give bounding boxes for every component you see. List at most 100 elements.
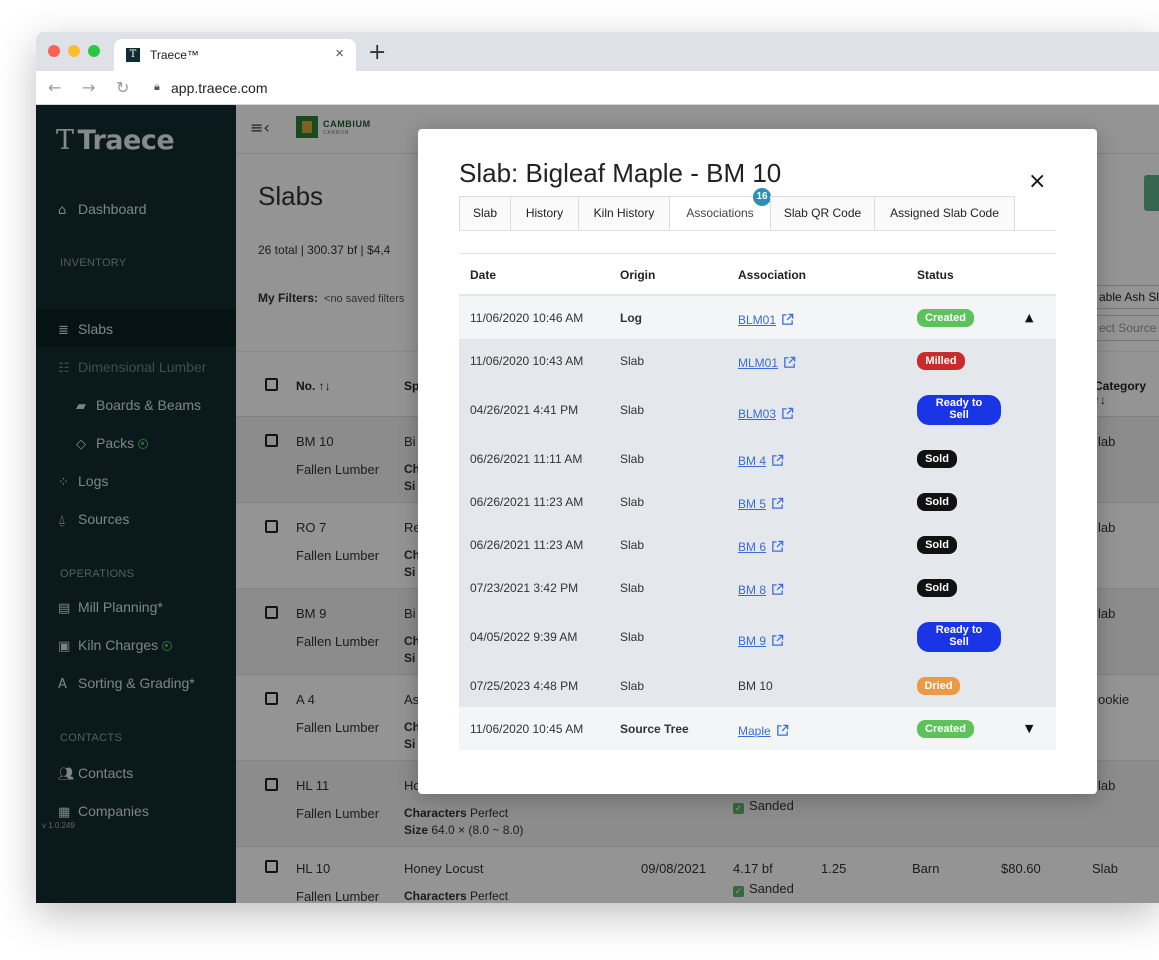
external-link-icon[interactable] [771, 634, 784, 647]
external-link-icon[interactable] [776, 724, 789, 737]
association-link[interactable]: MLM01 [738, 354, 796, 370]
collapse-caret-icon[interactable]: ▲ [1025, 311, 1033, 324]
association-row: 06/26/2021 11:11 AM Slab BM 4 Sold [459, 437, 1056, 480]
forward-arrow-icon[interactable]: → [82, 78, 95, 97]
browser-window: T Traece™ × + ← → ↻ 🔒︎ app.traece.com TT… [36, 32, 1159, 903]
association-link-text[interactable]: BLM03 [738, 407, 776, 421]
status-badge: Milled [917, 352, 965, 370]
association-link[interactable]: BM 4 [738, 452, 784, 468]
tab-assigned-slab-code[interactable]: Assigned Slab Code [874, 196, 1015, 231]
new-tab-button[interactable]: + [368, 40, 386, 65]
association-row: 11/06/2020 10:45 AM Source Tree Maple Creat… [459, 707, 1056, 750]
minimize-window-button[interactable] [68, 45, 80, 57]
association-link[interactable]: BM 8 [738, 581, 784, 597]
association-origin: Source Tree [620, 722, 689, 736]
association-link[interactable]: BLM03 [738, 405, 794, 421]
address-bar: ← → ↻ 🔒︎ app.traece.com [36, 71, 1159, 105]
column-header-origin: Origin [620, 268, 656, 282]
association-row: 06/26/2021 11:23 AM Slab BM 5 Sold [459, 480, 1056, 523]
external-link-icon[interactable] [771, 497, 784, 510]
association-origin: Slab [620, 630, 645, 644]
association-name: BM 10 [738, 679, 773, 693]
association-link[interactable]: BLM01 [738, 311, 794, 327]
tab-close-icon[interactable]: × [335, 45, 344, 62]
tabs-divider [459, 230, 1056, 231]
association-date: 06/26/2021 11:23 AM [470, 538, 584, 552]
association-origin: Slab [620, 679, 645, 693]
status-badge: Ready to Sell [917, 395, 1001, 425]
associations-table-header: Date Origin Association Status [459, 253, 1056, 296]
association-row: 06/26/2021 11:23 AM Slab BM 6 Sold [459, 523, 1056, 566]
tab-title: Traece™ [150, 48, 199, 62]
status-badge: Sold [917, 493, 957, 511]
status-badge: Sold [917, 536, 957, 554]
tab-associations-label: Associations [686, 206, 754, 220]
status-badge: Sold [917, 450, 957, 468]
association-origin: Slab [620, 452, 645, 466]
association-link-text[interactable]: BM 9 [738, 634, 766, 648]
association-link-text[interactable]: BM 4 [738, 454, 766, 468]
association-link[interactable]: BM 5 [738, 495, 784, 511]
association-row: 07/25/2023 4:48 PM Slab BM 10 Dried [459, 664, 1056, 707]
association-date: 06/26/2021 11:23 AM [470, 495, 584, 509]
browser-tab-bar: T Traece™ × + [36, 32, 1159, 71]
tab-history[interactable]: History [510, 196, 579, 231]
column-header-date: Date [470, 268, 497, 282]
column-header-status: Status [917, 268, 954, 282]
association-date: 07/25/2023 4:48 PM [470, 679, 579, 693]
slab-details-modal: Slab: Bigleaf Maple - BM 10 × Slab Histo… [418, 129, 1097, 794]
back-arrow-icon[interactable]: ← [48, 78, 61, 97]
association-link-text[interactable]: MLM01 [738, 356, 778, 370]
external-link-icon[interactable] [771, 540, 784, 553]
modal-title: Slab: Bigleaf Maple - BM 10 [459, 158, 782, 188]
association-date: 07/23/2021 3:42 PM [470, 581, 579, 595]
external-link-icon[interactable] [771, 454, 784, 467]
browser-tab[interactable]: T Traece™ × [114, 39, 356, 71]
external-link-icon[interactable] [781, 313, 794, 326]
lock-icon: 🔒︎ [154, 80, 160, 93]
column-header-association: Association [738, 268, 807, 282]
association-date: 11/06/2020 10:45 AM [470, 722, 584, 736]
association-date: 11/06/2020 10:46 AM [470, 311, 584, 325]
status-badge: Created [917, 309, 974, 327]
external-link-icon[interactable] [771, 583, 784, 596]
association-origin: Slab [620, 403, 645, 417]
association-origin: Log [620, 311, 642, 325]
tab-slab-qr-code[interactable]: Slab QR Code [770, 196, 875, 231]
association-date: 06/26/2021 11:11 AM [470, 452, 583, 466]
association-row: 04/05/2022 9:39 AM Slab BM 9 Ready to Sell [459, 609, 1056, 664]
association-date: 04/26/2021 4:41 PM [470, 403, 579, 417]
association-link[interactable]: Maple [738, 722, 789, 738]
status-badge: Dried [917, 677, 960, 695]
expand-caret-icon[interactable]: ▼ [1025, 722, 1033, 735]
associations-count-badge: 16 [753, 188, 771, 206]
close-icon[interactable]: × [1028, 169, 1046, 194]
association-row: 07/23/2021 3:42 PM Slab BM 8 Sold [459, 566, 1056, 609]
association-origin: Slab [620, 495, 645, 509]
association-origin: Slab [620, 581, 645, 595]
maximize-window-button[interactable] [88, 45, 100, 57]
association-link-text[interactable]: BM 8 [738, 583, 766, 597]
association-link[interactable]: BM 6 [738, 538, 784, 554]
association-row: 04/26/2021 4:41 PM Slab BLM03 Ready to Sell [459, 382, 1056, 437]
association-origin: Slab [620, 354, 645, 368]
favicon-icon: T [126, 48, 140, 62]
association-link-text[interactable]: BM 5 [738, 497, 766, 511]
external-link-icon[interactable] [781, 407, 794, 420]
association-link[interactable]: BM 9 [738, 632, 784, 648]
association-link-text[interactable]: BLM01 [738, 313, 776, 327]
association-row: 11/06/2020 10:46 AM Log BLM01 Created ▲ [459, 296, 1056, 339]
status-badge: Ready to Sell [917, 622, 1001, 652]
close-window-button[interactable] [48, 45, 60, 57]
association-link-text[interactable]: BM 6 [738, 540, 766, 554]
association-link-text[interactable]: Maple [738, 724, 771, 738]
url-field[interactable]: app.traece.com [171, 80, 268, 96]
tab-associations[interactable]: Associations 16 [669, 188, 771, 231]
tab-kiln-history[interactable]: Kiln History [578, 196, 670, 231]
association-date: 11/06/2020 10:43 AM [470, 354, 584, 368]
association-origin: Slab [620, 538, 645, 552]
external-link-icon[interactable] [783, 356, 796, 369]
association-date: 04/05/2022 9:39 AM [470, 630, 578, 644]
tab-slab[interactable]: Slab [459, 196, 511, 231]
reload-icon[interactable]: ↻ [116, 78, 129, 97]
